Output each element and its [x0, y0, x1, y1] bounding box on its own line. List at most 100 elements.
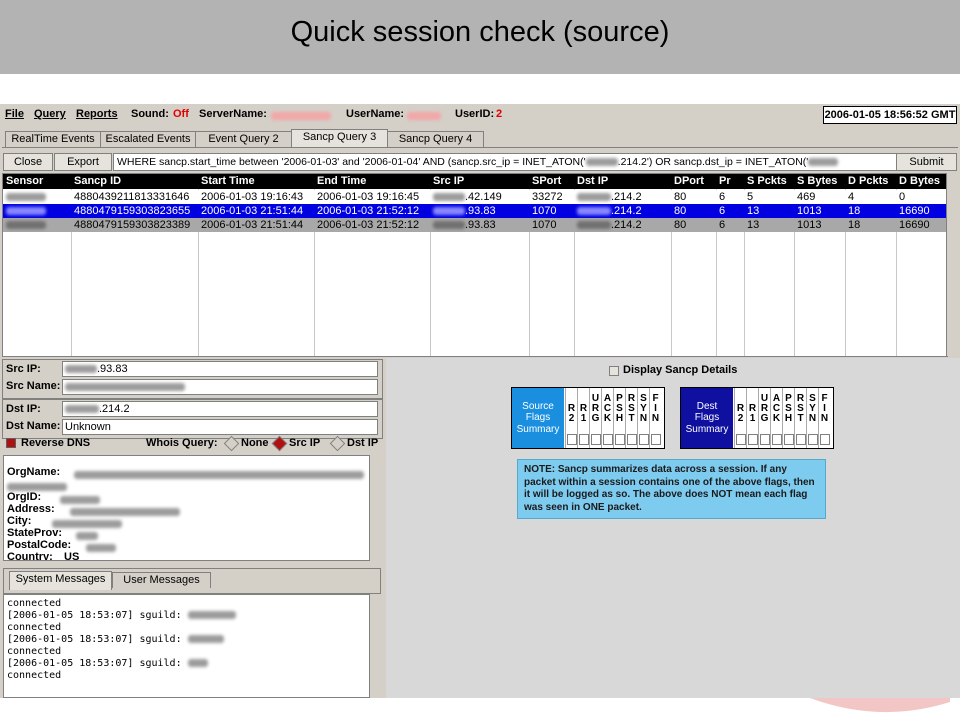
cell-s-pckts: 13 — [747, 205, 760, 217]
servername-label: ServerName: — [199, 108, 267, 120]
flag-column-r2: R2 — [734, 388, 746, 448]
whois-dst-option[interactable]: Dst IP — [326, 435, 378, 451]
tab-system-messages[interactable]: System Messages — [9, 571, 112, 590]
flag-top: A C — [772, 393, 781, 414]
col-header-dport[interactable]: DPort — [671, 174, 716, 189]
table-row[interactable]: 4880439211813331646 2006-01-03 19:16:43 … — [3, 190, 947, 204]
whois-redacted — [76, 530, 98, 542]
col-header-start-time[interactable]: Start Time — [198, 174, 314, 189]
tab-escalated-events[interactable]: Escalated Events — [100, 131, 196, 147]
whois-redacted — [74, 469, 364, 481]
flag-checkbox[interactable] — [748, 434, 758, 445]
flag-checkbox[interactable] — [808, 434, 818, 445]
whois-src-label: Src IP — [289, 437, 321, 449]
menu-file[interactable]: File — [5, 108, 24, 120]
col-header-sport[interactable]: SPort — [529, 174, 574, 189]
tab-sancp-query-3[interactable]: Sancp Query 3 — [291, 129, 388, 148]
cell-pr: 6 — [719, 205, 726, 217]
tab-realtime-events[interactable]: RealTime Events — [5, 131, 101, 147]
message-line-text: [2006-01-05 18:53:07] sguild: — [7, 658, 182, 669]
cell-dst-ip-text: .214.2 — [611, 191, 642, 203]
flag-checkbox[interactable] — [591, 434, 601, 445]
flag-top: U R — [760, 393, 769, 414]
dst-ip-value: .214.2 — [99, 403, 130, 415]
cell-end-time: 2006-01-03 21:52:12 — [317, 219, 420, 231]
messages-scrollbar[interactable] — [369, 594, 381, 696]
cell-end-time: 2006-01-03 21:52:12 — [317, 205, 420, 217]
display-sancp-details-checkbox[interactable] — [609, 366, 619, 376]
system-messages-log[interactable]: connected [2006-01-05 18:53:07] sguild: … — [3, 594, 370, 698]
cell-s-bytes: 469 — [797, 191, 816, 203]
src-name-field[interactable] — [62, 379, 378, 395]
results-scrollbar[interactable] — [946, 173, 958, 356]
col-header-src-ip[interactable]: Src IP — [430, 174, 529, 189]
flag-checkbox[interactable] — [736, 434, 746, 445]
display-sancp-details-label: Display Sancp Details — [623, 364, 738, 376]
flag-checkbox[interactable] — [820, 434, 830, 445]
flag-checkbox[interactable] — [784, 434, 794, 445]
cell-sancp-id: 4880479159303823655 — [74, 205, 191, 217]
flag-checkbox[interactable] — [579, 434, 589, 445]
flag-bottom: N — [651, 413, 660, 424]
col-header-s-bytes[interactable]: S Bytes — [794, 174, 845, 189]
export-button[interactable]: Export — [54, 153, 112, 171]
col-header-s-pckts[interactable]: S Pckts — [744, 174, 794, 189]
dst-ip-field[interactable]: .214.2 — [62, 401, 378, 417]
query-input[interactable]: WHERE sancp.start_time between '2006-01-… — [113, 153, 898, 171]
cell-src-ip-text: .93.83 — [465, 219, 496, 231]
dest-flags-heading: Dest Flags Summary — [681, 388, 733, 448]
tab-sancp-query-4[interactable]: Sancp Query 4 — [387, 131, 484, 147]
cell-dport: 80 — [674, 191, 687, 203]
submit-button[interactable]: Submit — [896, 153, 957, 171]
dst-name-field[interactable]: Unknown — [62, 419, 378, 435]
cell-dport: 80 — [674, 219, 687, 231]
flag-checkbox[interactable] — [615, 434, 625, 445]
col-header-sancp-id[interactable]: Sancp ID — [71, 174, 198, 189]
menu-query[interactable]: Query — [34, 108, 66, 120]
flag-checkbox[interactable] — [772, 434, 782, 445]
tab-event-query-2[interactable]: Event Query 2 — [195, 131, 292, 147]
flag-checkbox[interactable] — [603, 434, 613, 445]
tab-user-messages[interactable]: User Messages — [112, 572, 211, 588]
cell-dst-ip: .214.2 — [574, 204, 671, 218]
flag-top: F I — [652, 393, 659, 414]
flag-column-fin: F IN — [818, 388, 830, 448]
cell-dst-ip: .214.2 — [574, 190, 671, 204]
col-header-dst-ip[interactable]: Dst IP — [574, 174, 671, 189]
src-ip-field[interactable]: .93.83 — [62, 361, 378, 377]
flag-checkbox[interactable] — [760, 434, 770, 445]
col-header-sensor[interactable]: Sensor — [3, 174, 71, 189]
userid-label: UserID: — [455, 108, 495, 120]
cell-src-ip: .42.149 — [430, 190, 529, 204]
col-header-d-bytes[interactable]: D Bytes — [896, 174, 947, 189]
results-table[interactable]: Sensor Sancp ID Start Time End Time Src … — [2, 173, 948, 357]
cell-pr: 6 — [719, 219, 726, 231]
cell-pr: 6 — [719, 191, 726, 203]
whois-none-option[interactable]: None — [220, 435, 269, 451]
col-header-pr[interactable]: Pr — [716, 174, 744, 189]
flag-checkbox[interactable] — [651, 434, 661, 445]
table-row-selected[interactable]: 4880479159303823655 2006-01-03 21:51:44 … — [3, 204, 947, 218]
flag-checkbox[interactable] — [639, 434, 649, 445]
reverse-dns-checkbox[interactable] — [6, 438, 16, 448]
close-button[interactable]: Close — [3, 153, 53, 171]
whois-src-option[interactable]: Src IP — [268, 435, 321, 451]
flag-column-r1: R1 — [746, 388, 758, 448]
col-header-d-pckts[interactable]: D Pckts — [845, 174, 896, 189]
menu-reports[interactable]: Reports — [76, 108, 118, 120]
flag-checkbox[interactable] — [796, 434, 806, 445]
flag-checkbox[interactable] — [627, 434, 637, 445]
source-flags-heading: Source Flags Summary — [512, 388, 564, 448]
whois-text-area[interactable]: OrgName: OrgID: Address: City: StateProv… — [3, 455, 370, 561]
table-row[interactable]: 4880479159303823389 2006-01-03 21:51:44 … — [3, 218, 947, 232]
menu-query-label: Query — [34, 108, 66, 120]
source-heading-line: Flags — [525, 412, 551, 424]
col-header-end-time[interactable]: End Time — [314, 174, 430, 189]
sound-value[interactable]: Off — [173, 108, 189, 120]
flag-bottom: N — [808, 413, 817, 424]
whois-scrollbar[interactable] — [369, 455, 381, 559]
src-ip-value: .93.83 — [97, 363, 128, 375]
flag-top: F I — [821, 393, 828, 414]
flag-checkbox[interactable] — [567, 434, 577, 445]
cell-sensor-redacted — [3, 218, 71, 232]
